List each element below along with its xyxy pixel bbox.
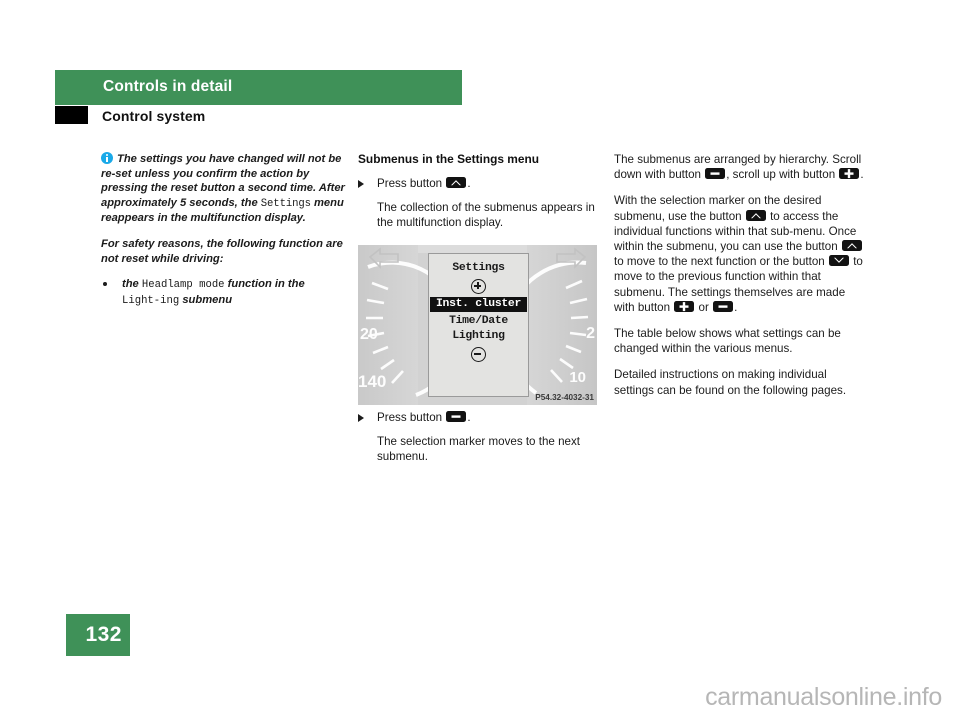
tachometer-label-2: 2 [586,325,595,342]
step-2-tail-text: . [467,411,471,424]
tachometer-label-10: 10 [569,369,586,386]
mfd-title: Settings [452,262,505,274]
section-title: Control system [102,108,206,124]
settings-keyword: Settings [260,197,311,210]
mfd-item-time-date[interactable]: Time/Date [429,314,528,329]
section-tab-marker [55,106,88,124]
bullet-tail-text: submenu [179,293,233,306]
speedometer-label-20: 20 [360,326,378,343]
info-note-paragraph: The settings you have changed will not b… [101,152,351,226]
step-1-instruction: Press button . [358,176,608,191]
right-paragraph-1: The submenus are arranged by hierarchy. … [614,152,864,182]
submenus-subheading: Submenus in the Settings menu [358,152,540,166]
bullet-mid-text: function in the [224,278,305,291]
right-p2-text5: or [695,300,713,314]
plus-key-icon[interactable] [839,168,860,180]
figure-part-code: P54.32-4032-31 [535,393,594,402]
page-number-box: 132 [66,614,130,656]
minus-key-icon[interactable] [446,411,467,422]
minus-circle-icon [471,347,486,362]
right-p2-text6: . [734,300,738,314]
right-paragraph-2: With the selection marker on the desired… [614,193,864,315]
step-1-lead-text: Press button [377,177,446,190]
step-2-lead-text: Press button [377,411,446,424]
up-chevron-key-icon[interactable] [745,209,766,221]
right-p2-text3: to move to the next function or the butt… [614,255,828,269]
left-column: The settings you have changed will not b… [101,152,351,308]
safety-paragraph: For safety reasons, the following functi… [101,237,343,265]
bullet-dot-icon [103,282,107,287]
multifunction-display-panel: Settings Inst. cluster Time/Date Lightin… [428,253,529,397]
minus-key-icon[interactable] [713,300,734,312]
chapter-header-band: Controls in detail [55,70,462,105]
headlamp-mode-keyword: Headlamp mode [141,279,225,292]
middle-column: Submenus in the Settings menu Press butt… [358,152,608,241]
step-1-tail-text: . [467,177,471,190]
speedometer-label-140: 140 [358,372,387,391]
right-p1-text3: . [860,168,864,182]
minus-key-icon[interactable] [705,168,726,180]
bullet-lead-text: the [122,278,142,291]
right-paragraph-3: The table below shows what settings can … [614,327,841,356]
info-icon [101,152,113,164]
middle-column-lower: Press button . The selection marker move… [358,410,608,475]
right-p1-text2: , scroll up with button [726,168,839,182]
plus-circle-icon [471,279,486,294]
watermark: carmanualsonline.info [705,683,942,711]
step-arrow-icon [358,180,364,188]
instrument-cluster-figure: 20 140 2 10 Settings Inst. cluster Time/… [358,245,597,405]
bullet-list-item: the Headlamp mode function in the Light‑… [101,277,351,308]
mfd-item-inst-cluster[interactable]: Inst. cluster [430,297,527,312]
right-paragraph-4: Detailed instructions on making individu… [614,368,847,397]
step-2-instruction: Press button . [358,410,608,425]
step-arrow-icon [358,414,364,422]
mfd-item-lighting[interactable]: Lighting [429,329,528,344]
step-2-result: The selection marker moves to the next s… [377,435,580,464]
up-chevron-key-icon[interactable] [841,240,862,252]
step-1-result: The collection of the submenus appears i… [377,201,595,230]
plus-key-icon[interactable] [674,300,695,312]
up-chevron-key-icon[interactable] [446,177,467,188]
lighting-keyword: Light‑ing [122,294,180,307]
page-number: 132 [85,623,122,646]
chapter-title: Controls in detail [103,78,233,95]
down-chevron-key-icon[interactable] [828,255,849,267]
right-column: The submenus are arranged by hierarchy. … [614,152,864,409]
